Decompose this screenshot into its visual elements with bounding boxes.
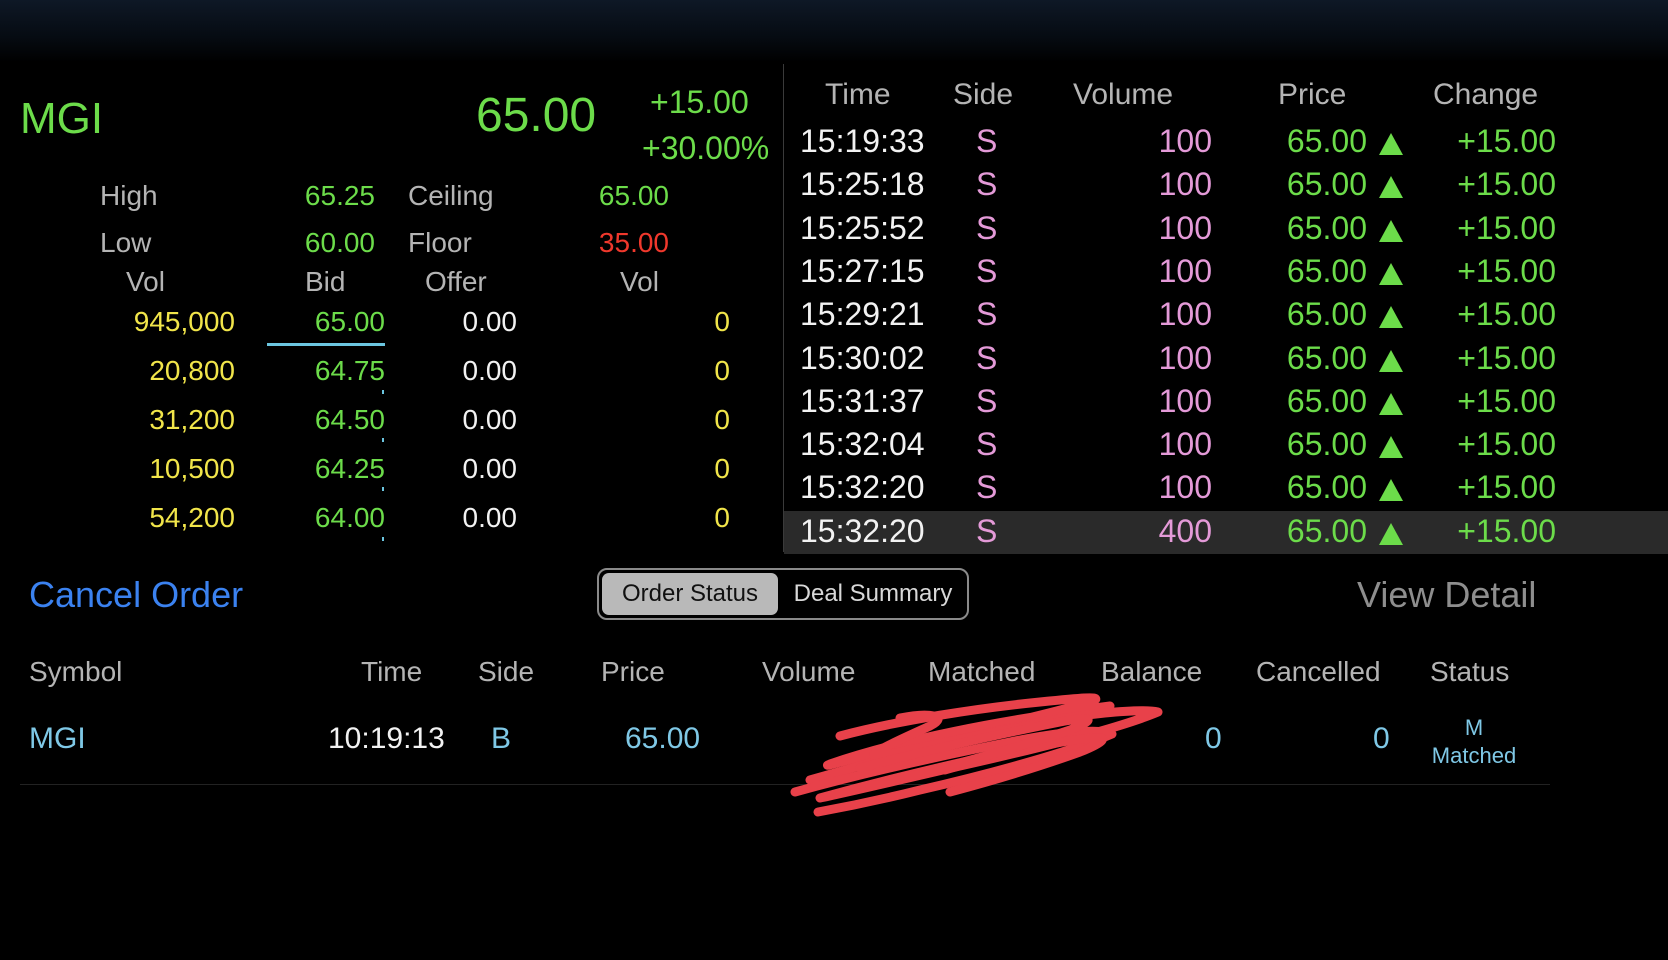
redaction-scribble [790, 693, 1163, 817]
